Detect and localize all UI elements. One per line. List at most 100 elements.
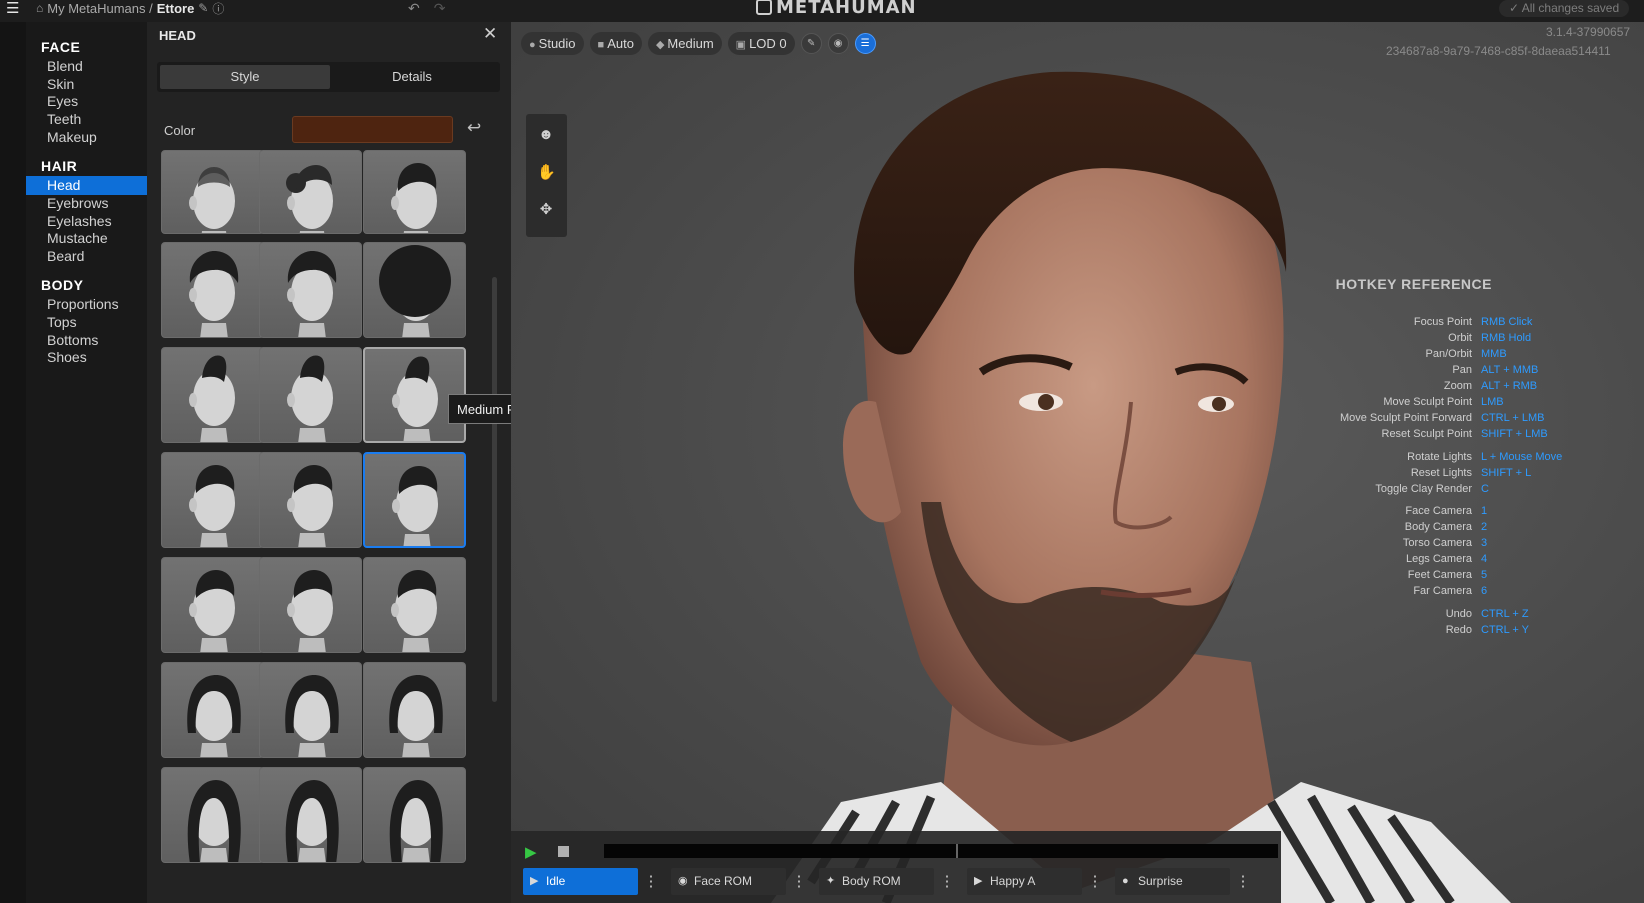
hotkey-action: Zoom [1443, 380, 1472, 392]
edit-name-icon[interactable]: ✎ [198, 1, 208, 15]
hotkey-binding: 6 [1481, 585, 1488, 597]
hairstyle-thumbnail[interactable] [259, 767, 362, 863]
hairstyle-thumbnail[interactable] [259, 452, 362, 548]
logo-mark-icon [756, 0, 772, 15]
category-item-mustache[interactable]: Mustache [26, 229, 147, 248]
hairstyle-thumbnail[interactable] [161, 150, 264, 234]
hairstyle-thumbnail[interactable] [259, 242, 362, 338]
hairstyle-thumbnail[interactable] [363, 452, 466, 548]
skull-icon[interactable]: ☻ [537, 126, 555, 144]
hotkey-action: Move Sculpt Point Forward [1339, 412, 1472, 424]
top-bar: ☰ ⌂ My MetaHumans / Ettore ✎ ⓘ ↶ ↷ METAH… [0, 0, 1644, 22]
hotkey-row: Orbit RMB Hold [1306, 332, 1644, 348]
category-panel: FACE Blend Skin Eyes Teeth Makeup HAIR H… [26, 22, 147, 903]
category-item-head[interactable]: Head [26, 176, 147, 195]
hairstyle-thumbnail[interactable] [259, 347, 362, 443]
hotkey-action: Rotate Lights [1407, 451, 1472, 463]
hairstyle-thumbnail[interactable] [363, 557, 466, 653]
hairstyle-thumbnail[interactable] [161, 347, 264, 443]
quality-medium-button[interactable]: ◆ Medium [647, 32, 722, 55]
hotkey-row: Move Sculpt Point Forward CTRL + LMB [1306, 412, 1644, 428]
viewport[interactable]: ● Studio ■ Auto ◆ Medium ▣ LOD 0 ✎ ◉ ☰ 3.1.4… [511, 22, 1644, 903]
hairstyle-thumbnail[interactable] [363, 150, 466, 234]
category-item-tops[interactable]: Tops [26, 313, 147, 332]
category-item-blend[interactable]: Blend [26, 57, 147, 76]
hotkey-binding: CTRL + LMB [1481, 412, 1545, 424]
hamburger-menu-icon[interactable]: ☰ [6, 1, 20, 17]
hotkey-row: Toggle Clay Render C [1306, 483, 1644, 499]
hotkey-row: Pan/Orbit MMB [1306, 348, 1644, 364]
hairstyle-thumbnail[interactable] [161, 767, 264, 863]
asset-guid-label: 234687a8-9a79-7468-c85f-8daeaa514411 [1386, 44, 1611, 58]
scrollbar[interactable] [492, 277, 497, 702]
hairstyle-thumbnail[interactable] [259, 662, 362, 758]
hotkey-row: Zoom ALT + RMB [1306, 380, 1644, 396]
hotkey-action: Redo [1445, 624, 1472, 636]
redo-icon[interactable]: ↷ [434, 0, 446, 17]
hotkey-binding: 2 [1481, 521, 1488, 533]
hotkey-binding: RMB Click [1481, 316, 1533, 328]
sphere-icon[interactable]: ◉ [827, 33, 849, 54]
timeline-track[interactable] [604, 844, 1278, 858]
hairstyle-thumbnail[interactable] [161, 557, 264, 653]
brush-icon[interactable]: ✎ [800, 33, 822, 54]
close-icon[interactable]: ✕ [483, 24, 497, 44]
category-item-teeth[interactable]: Teeth [26, 110, 147, 129]
home-icon[interactable]: ⌂ [36, 1, 43, 15]
hairstyle-thumbnail[interactable] [363, 662, 466, 758]
stop-icon[interactable] [558, 846, 569, 857]
tab-style[interactable]: Style [160, 65, 330, 89]
hotkey-binding: 5 [1481, 569, 1488, 581]
anim-happy-a-more-icon[interactable]: ⋮ [1085, 868, 1105, 895]
move-icon[interactable]: ✥ [537, 201, 555, 219]
hair-style-panel: HEAD ✕ Style Details Color ↩ [147, 22, 511, 903]
undo-icon[interactable]: ↶ [408, 0, 420, 17]
anim-body-rom-button[interactable]: ✦ Body ROM [819, 868, 934, 895]
hotkey-row: Legs Camera 4 [1306, 553, 1644, 569]
camera-auto-button[interactable]: ■ Auto [589, 32, 642, 55]
hairstyle-thumbnail[interactable] [363, 242, 466, 338]
hairstyle-thumbnail[interactable] [259, 150, 362, 234]
hotkey-binding: SHIFT + L [1481, 467, 1532, 479]
anim-happy-a-button[interactable]: ▶ Happy A [967, 868, 1082, 895]
category-item-eyes[interactable]: Eyes [26, 92, 147, 111]
hairstyle-thumbnail[interactable] [161, 662, 264, 758]
body-section-header: BODY [41, 277, 84, 293]
viewport-side-tools: ☻ ✋ ✥ [526, 114, 567, 237]
anim-body-rom-more-icon[interactable]: ⋮ [937, 868, 957, 895]
category-item-beard[interactable]: Beard [26, 247, 147, 266]
hotkeys-toggle-icon[interactable]: ☰ [854, 33, 876, 54]
tab-details[interactable]: Details [327, 65, 497, 89]
lighting-studio-button[interactable]: ● Studio [521, 32, 584, 55]
hotkey-row: Move Sculpt Point LMB [1306, 396, 1644, 412]
hotkey-action: Orbit [1448, 332, 1472, 344]
anim-face-rom-button[interactable]: ◉ Face ROM [671, 868, 786, 895]
timeline-cursor[interactable] [956, 844, 958, 858]
play-icon[interactable]: ▶ [525, 843, 537, 861]
hairstyle-thumbnail[interactable] [161, 242, 264, 338]
hairstyle-thumbnail[interactable] [161, 452, 264, 548]
anim-surprise-more-icon[interactable]: ⋮ [1233, 868, 1253, 895]
hotkey-row: Reset Lights SHIFT + L [1306, 467, 1644, 483]
lod-button[interactable]: ▣ LOD 0 [727, 32, 795, 55]
hotkey-binding: RMB Hold [1481, 332, 1532, 344]
category-item-shoes[interactable]: Shoes [26, 348, 147, 367]
hairstyle-thumbnail[interactable] [259, 557, 362, 653]
help-icon[interactable]: ⓘ [212, 0, 224, 17]
reset-arrow-icon[interactable]: ↩ [467, 118, 481, 138]
anim-idle-button[interactable]: ▶ Idle [523, 868, 638, 895]
category-item-makeup[interactable]: Makeup [26, 128, 147, 147]
color-swatch[interactable] [292, 116, 453, 143]
anim-idle-more-icon[interactable]: ⋮ [641, 868, 661, 895]
metahuman-logo: METAHUMAN [756, 0, 917, 18]
anim-surprise-button[interactable]: ● Surprise [1115, 868, 1230, 895]
breadcrumb-root[interactable]: My MetaHumans / [47, 1, 152, 16]
hand-icon[interactable]: ✋ [537, 164, 556, 182]
camera-icon: ■ [597, 39, 605, 51]
category-item-eyebrows[interactable]: Eyebrows [26, 194, 147, 213]
hairstyle-thumbnail[interactable] [363, 767, 466, 863]
category-item-proportions[interactable]: Proportions [26, 295, 147, 314]
anim-face-rom-more-icon[interactable]: ⋮ [789, 868, 809, 895]
face-section-header: FACE [41, 39, 81, 55]
hotkey-action: Reset Lights [1410, 467, 1472, 479]
